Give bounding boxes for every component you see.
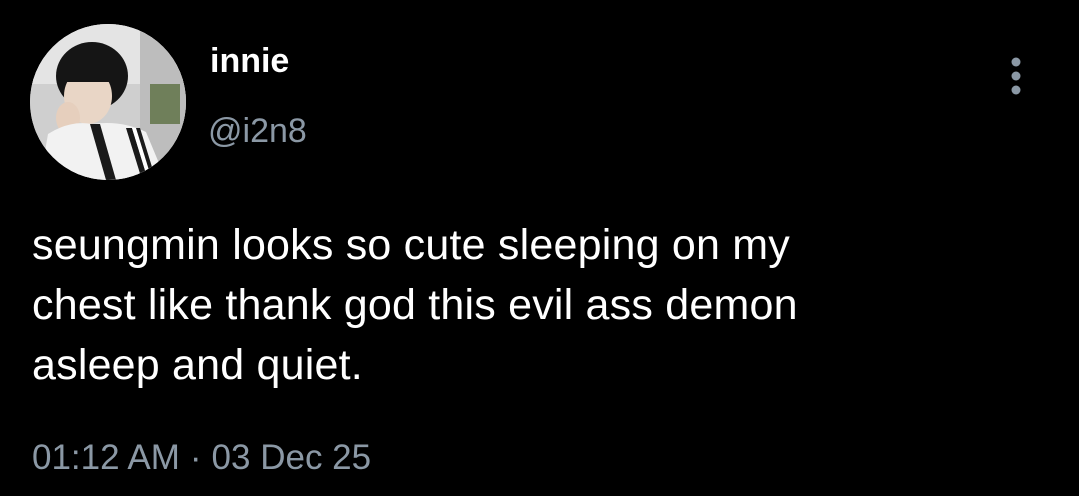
display-name[interactable]: innie xyxy=(210,41,289,81)
avatar[interactable] xyxy=(30,24,186,180)
tweet-time: 01:12 AM xyxy=(32,438,180,477)
tweet-date: 03 Dec 25 xyxy=(211,438,372,477)
meta-separator: · xyxy=(189,438,202,477)
avatar-photo xyxy=(30,24,186,180)
user-handle[interactable]: @i2n8 xyxy=(208,111,307,151)
tweet-text: seungmin looks so cute sleeping on my ch… xyxy=(32,221,798,389)
more-vertical-icon[interactable] xyxy=(1003,55,1029,97)
tweet-timestamp[interactable]: 01:12 AM · 03 Dec 25 xyxy=(32,436,371,480)
